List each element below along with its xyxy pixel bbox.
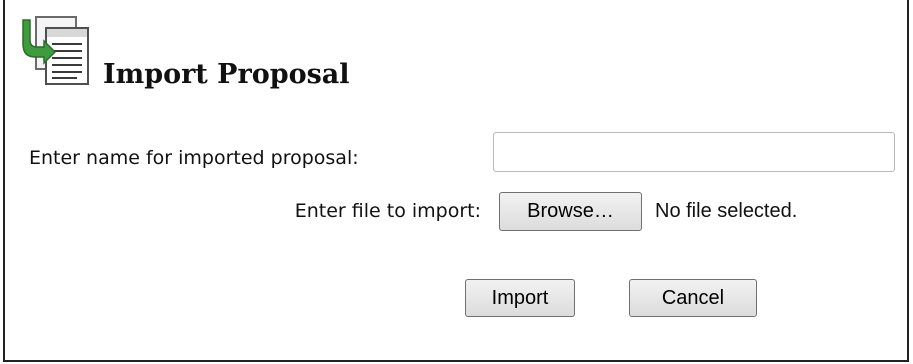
dialog-title: Import Proposal — [103, 59, 350, 90]
document-import-icon — [22, 14, 92, 88]
import-button[interactable]: Import — [465, 279, 575, 317]
import-proposal-dialog: Import Proposal Enter name for imported … — [3, 0, 909, 362]
cancel-button[interactable]: Cancel — [629, 279, 757, 317]
proposal-name-input[interactable] — [493, 132, 895, 172]
browse-button[interactable]: Browse… — [499, 192, 642, 231]
file-status-text: No file selected. — [655, 200, 798, 222]
proposal-name-label: Enter name for imported proposal: — [29, 147, 359, 169]
file-import-label: Enter file to import: — [294, 200, 481, 222]
